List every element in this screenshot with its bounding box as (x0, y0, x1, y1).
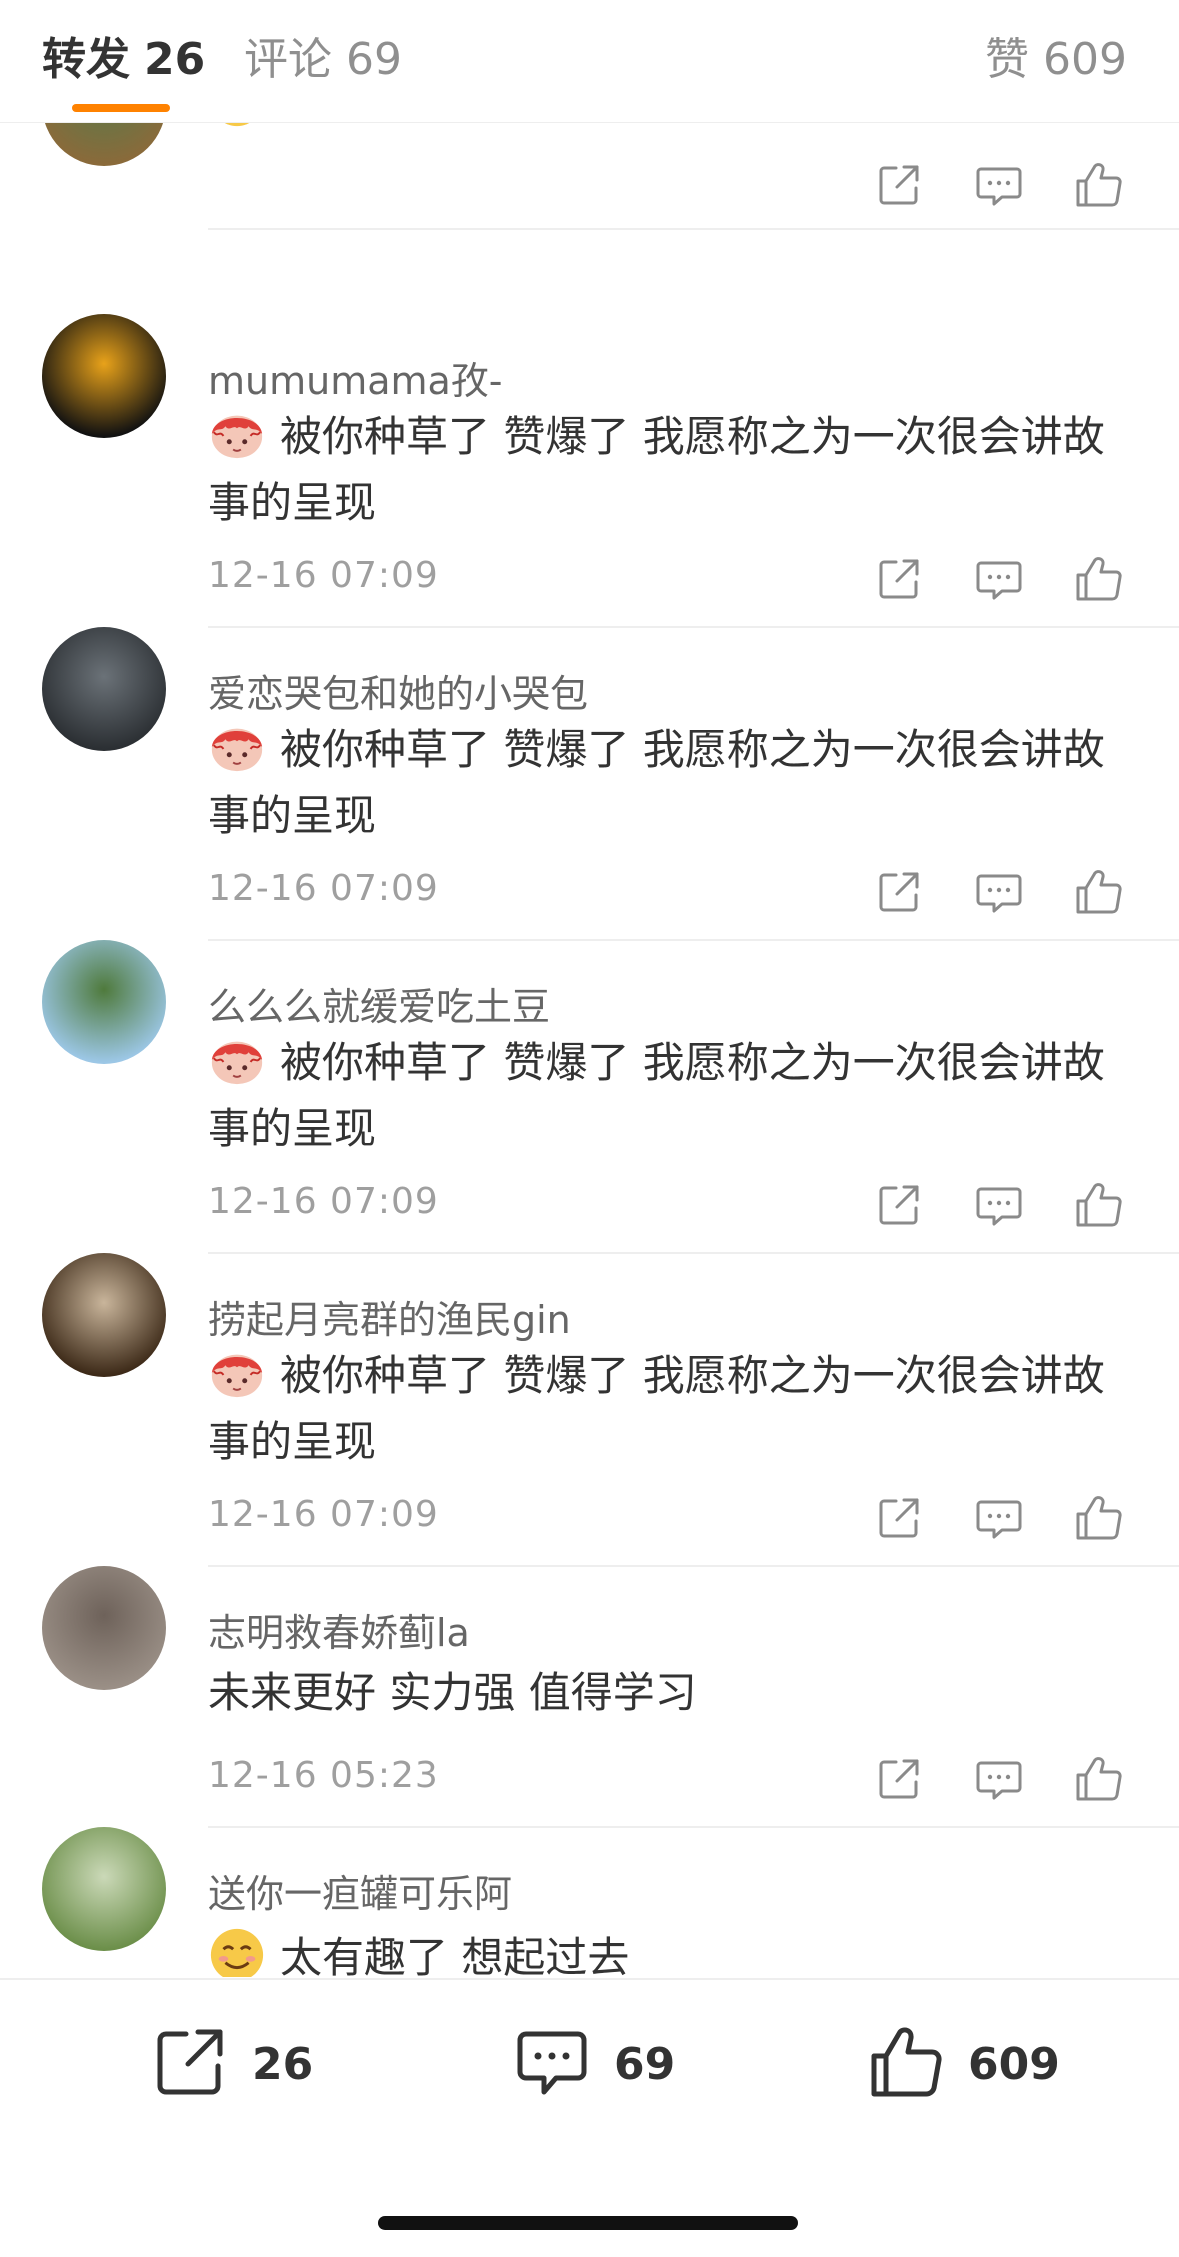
comment-timestamp: 12-16 07:09 (208, 1494, 439, 1535)
bottom-repost-count: 26 (252, 2038, 314, 2090)
bottom-like-button[interactable]: 609 (866, 2024, 1060, 2104)
user-avatar[interactable] (42, 940, 166, 1064)
comment-username[interactable]: 爱恋哭包和她的小哭包 (208, 671, 588, 717)
comment-text-content: 被你种草了 赞爆了 我愿称之为一次很会讲故事的呈现 (208, 725, 1105, 840)
comment-list[interactable]: 寂静无声 这让我回忆起以前 mumumama孜- 被你种草了 赞爆了 我愿称之为一次… (0, 122, 1179, 1977)
comment-timestamp: 12-16 07:09 (208, 555, 439, 596)
bottom-like-count: 609 (968, 2038, 1060, 2090)
red-hair-emoji (208, 1031, 266, 1089)
comment-username[interactable]: 么么么就缓爱吃土豆 (208, 984, 550, 1030)
comment-timestamp: 12-16 05:23 (208, 1755, 439, 1796)
comment-username[interactable]: mumumama孜- (208, 358, 503, 404)
repost-icon (150, 2022, 230, 2106)
comment-icon (512, 2022, 592, 2106)
red-hair-emoji (208, 718, 266, 776)
tab-comments-label: 评论 (244, 34, 332, 85)
bottom-action-bar: 26 69 609 (0, 1978, 1179, 2257)
comment-divider (208, 1565, 1179, 1567)
comment-username[interactable]: 志明救春娇蓟la (208, 1610, 470, 1656)
red-hair-emoji (208, 405, 266, 463)
like-icon[interactable] (1072, 552, 1126, 606)
user-avatar[interactable] (42, 122, 166, 166)
comment-divider (208, 1252, 1179, 1254)
reply-icon[interactable] (972, 1491, 1026, 1545)
comment-actions (872, 1491, 1132, 1545)
comment-username[interactable]: 送你一疸罐可乐阿 (208, 1871, 512, 1917)
comment-text: 未来更好 实力强 值得学习 (208, 1660, 1118, 1726)
active-tab-indicator (72, 104, 170, 112)
share-icon[interactable] (872, 552, 926, 606)
like-icon[interactable] (1072, 1752, 1126, 1806)
bottom-comment-button[interactable]: 69 (512, 2024, 675, 2104)
tab-comments-count: 69 (346, 34, 402, 85)
reply-icon[interactable] (972, 552, 1026, 606)
home-indicator[interactable] (378, 2216, 798, 2230)
reply-icon[interactable] (972, 1752, 1026, 1806)
tab-comments[interactable]: 评论 69 (244, 32, 402, 88)
share-icon[interactable] (872, 865, 926, 919)
comment-timestamp: 12-16 07:09 (208, 868, 439, 909)
comment-divider (208, 1826, 1179, 1828)
like-icon[interactable] (1072, 1491, 1126, 1545)
tab-bar: 转发 26 评论 69 赞 609 (0, 0, 1179, 123)
bottom-comment-count: 69 (614, 2038, 676, 2090)
comment-text: 被你种草了 赞爆了 我愿称之为一次很会讲故事的呈现 (208, 1030, 1118, 1162)
grinning-emoji (208, 122, 266, 129)
tab-likes-count: 609 (1043, 34, 1127, 85)
comment-text: 寂静无声 这让我回忆起以前 (208, 122, 1118, 136)
comment-divider (208, 228, 1179, 230)
comment-divider (208, 626, 1179, 628)
comment-actions (872, 1752, 1132, 1806)
user-avatar[interactable] (42, 1566, 166, 1690)
comment-text-content: 被你种草了 赞爆了 我愿称之为一次很会讲故事的呈现 (208, 1038, 1105, 1153)
user-avatar[interactable] (42, 314, 166, 438)
share-icon[interactable] (872, 1178, 926, 1232)
comment-actions (872, 158, 1132, 212)
red-hair-emoji (208, 1344, 266, 1402)
comment-divider (208, 939, 1179, 941)
share-icon[interactable] (872, 1491, 926, 1545)
comment-username[interactable]: 捞起月亮群的渔民gin (208, 1297, 571, 1343)
comment-timestamp: 12-16 07:09 (208, 1181, 439, 1222)
tab-repost-label: 转发 (42, 34, 130, 85)
reply-icon[interactable] (972, 865, 1026, 919)
tab-repost[interactable]: 转发 26 (42, 32, 205, 88)
thumbs-up-icon (866, 2022, 946, 2106)
like-icon[interactable] (1072, 865, 1126, 919)
reply-icon[interactable] (972, 158, 1026, 212)
user-avatar[interactable] (42, 1827, 166, 1951)
tab-likes-label: 赞 (985, 34, 1030, 85)
comment-text: 被你种草了 赞爆了 我愿称之为一次很会讲故事的呈现 (208, 717, 1118, 849)
user-avatar[interactable] (42, 1253, 166, 1377)
bottom-repost-button[interactable]: 26 (150, 2024, 313, 2104)
comment-text-content: 被你种草了 赞爆了 我愿称之为一次很会讲故事的呈现 (208, 1351, 1105, 1466)
comment-text-content: 太有趣了 想起过去 (280, 1933, 630, 1977)
comment-text-content: 被你种草了 赞爆了 我愿称之为一次很会讲故事的呈现 (208, 412, 1105, 527)
user-avatar[interactable] (42, 627, 166, 751)
tab-repost-count: 26 (144, 34, 206, 85)
comment-text: 被你种草了 赞爆了 我愿称之为一次很会讲故事的呈现 (208, 1343, 1118, 1475)
like-icon[interactable] (1072, 1178, 1126, 1232)
share-icon[interactable] (872, 1752, 926, 1806)
share-icon[interactable] (872, 158, 926, 212)
comment-actions (872, 552, 1132, 606)
comment-text: 被你种草了 赞爆了 我愿称之为一次很会讲故事的呈现 (208, 404, 1118, 536)
comment-text: 太有趣了 想起过去 (208, 1925, 1118, 1977)
like-icon[interactable] (1072, 158, 1126, 212)
tab-likes[interactable]: 赞 609 (985, 32, 1127, 88)
comment-actions (872, 865, 1132, 919)
comment-text-content: 未来更好 实力强 值得学习 (208, 1668, 697, 1717)
reply-icon[interactable] (972, 1178, 1026, 1232)
comment-actions (872, 1178, 1132, 1232)
smile-emoji (208, 1926, 266, 1977)
